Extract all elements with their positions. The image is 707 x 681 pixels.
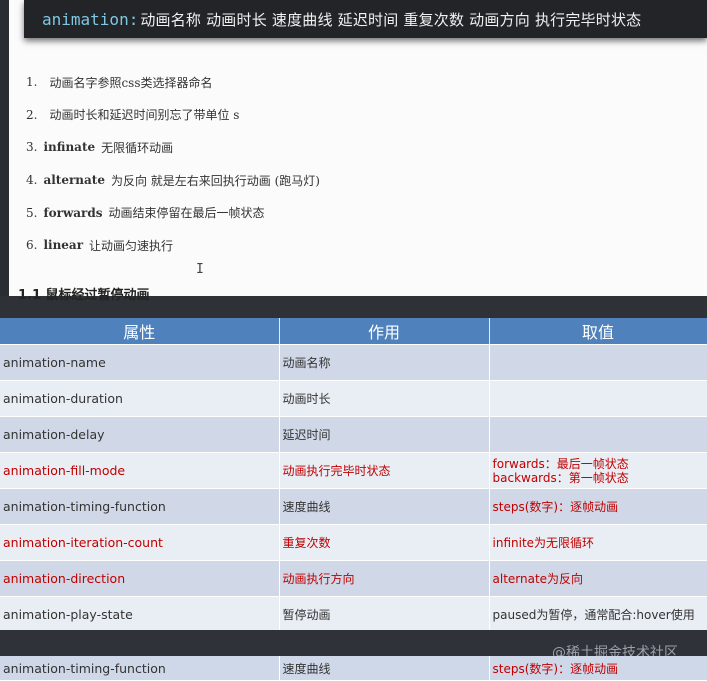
code-property-key: animation:	[42, 9, 139, 29]
table-row: animation-duration 动画时长	[0, 380, 707, 417]
cell-property: animation-timing-function	[0, 488, 280, 525]
table-row: animation-delay 延迟时间	[0, 416, 707, 453]
cell-property: animation-iteration-count	[0, 524, 280, 561]
table-row: animation-fill-mode 动画执行完毕时状态 forwards：最…	[0, 452, 707, 489]
cell-role: 动画名称	[279, 344, 490, 381]
cell-property: animation-fill-mode	[0, 452, 280, 489]
cell-role: 动画执行完毕时状态	[279, 452, 490, 489]
table-row: animation-direction 动画执行方向 alternate为反向	[0, 560, 707, 597]
table-row: animation-timing-function 速度曲线 steps(数字)…	[0, 488, 707, 525]
note-item: 2. 动画时长和延迟时间别忘了带单位 s	[26, 107, 240, 123]
table-row: animation-timing-function 速度曲线 steps(数字)…	[0, 656, 707, 681]
cell-property: animation-timing-function	[0, 656, 280, 681]
cell-value: paused为暂停，通常配合:hover使用	[489, 596, 707, 633]
cell-value: steps(数字)：逐帧动画	[489, 488, 707, 525]
cell-property: animation-play-state	[0, 596, 280, 633]
code-property-values: 动画名称 动画时长 速度曲线 延迟时间 重复次数 动画方向 执行完毕时状态	[140, 10, 642, 29]
note-item: 4. alternate 为反向 就是左右来回执行动画 (跑马灯)	[26, 173, 320, 188]
header-property: 属性	[0, 318, 280, 345]
note-item: 3. infinate 无限循环动画	[26, 140, 174, 155]
table-row: animation-play-state 暂停动画 paused为暂停，通常配合…	[0, 596, 707, 633]
table-row: animation-name 动画名称	[0, 344, 707, 381]
cell-value	[489, 416, 707, 453]
header-value: 取值	[489, 318, 707, 345]
value-line: forwards：最后一帧状态	[492, 456, 629, 471]
cell-role: 重复次数	[279, 524, 490, 561]
cell-value: alternate为反向	[489, 560, 707, 597]
cell-role: 动画时长	[279, 380, 490, 417]
cell-value	[489, 344, 707, 381]
cell-role: 暂停动画	[279, 596, 490, 633]
text-cursor-icon: I	[196, 262, 204, 277]
animation-properties-table: 属性 作用 取值 animation-name 动画名称 animation-d…	[0, 318, 707, 633]
section-heading: 1.1 鼠标经过暂停动画	[18, 288, 150, 303]
cell-property: animation-direction	[0, 560, 280, 597]
cell-value: infinite为无限循环	[489, 524, 707, 561]
table-header-row: 属性 作用 取值	[0, 318, 707, 345]
cell-value: steps(数字)：逐帧动画	[489, 656, 707, 681]
note-item: 6. linear 让动画匀速执行	[26, 238, 174, 253]
notes-list: 1. 动画名字参照css类选择器命名 2. 动画时长和延迟时间别忘了带单位 s 3.…	[26, 66, 320, 262]
code-snippet-bar: animation: 动画名称 动画时长 速度曲线 延迟时间 重复次数 动画方向…	[24, 0, 707, 38]
cell-role: 速度曲线	[279, 656, 490, 681]
cell-property: animation-duration	[0, 380, 280, 417]
table-row: animation-iteration-count 重复次数 infinite为…	[0, 524, 707, 561]
cell-role: 延迟时间	[279, 416, 490, 453]
cell-role: 速度曲线	[279, 488, 490, 525]
cell-value: forwards：最后一帧状态 backwards：第一帧状态	[489, 452, 707, 489]
cell-role: 动画执行方向	[279, 560, 490, 597]
header-role: 作用	[279, 318, 490, 345]
cropped-table-row: animation-timing-function 速度曲线 steps(数字)…	[0, 656, 707, 681]
cell-property: animation-delay	[0, 416, 280, 453]
notes-screenshot: animation: 动画名称 动画时长 速度曲线 延迟时间 重复次数 动画方向…	[0, 0, 707, 303]
value-line: backwards：第一帧状态	[492, 470, 629, 485]
note-item: 1. 动画名字参照css类选择器命名	[26, 75, 213, 90]
cell-property: animation-name	[0, 344, 280, 381]
cell-value	[489, 380, 707, 417]
note-item: 5. forwards 动画结束停留在最后一帧状态	[26, 205, 265, 221]
